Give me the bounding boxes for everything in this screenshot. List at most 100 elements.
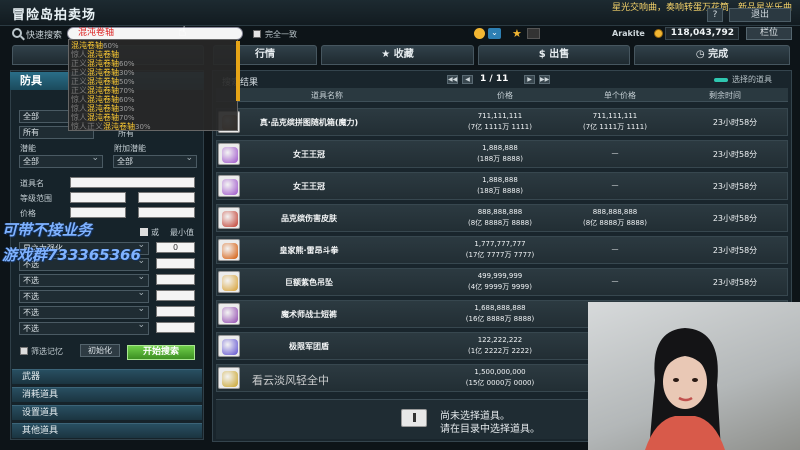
price-value: 888,888,888 [477, 208, 523, 216]
ring-icon [218, 239, 240, 261]
or-checkbox[interactable] [140, 228, 148, 236]
coin-filter-icon[interactable] [474, 28, 485, 39]
storage-button[interactable]: 栏位 [746, 27, 792, 40]
stat-select-6[interactable]: 不选 [19, 320, 149, 335]
start-search-button[interactable]: 开始搜索 [127, 345, 195, 360]
item-name: 女王王冠 [293, 182, 325, 191]
selected-items-toggle[interactable] [714, 78, 728, 82]
clock-icon: ◷ [695, 49, 709, 60]
item-name: 皇家熊·雷昂斗拳 [279, 246, 339, 255]
unit-price-cn: (7亿 1111万 1111) [583, 123, 647, 131]
price-min-input[interactable] [70, 207, 126, 218]
unit-price-value: 888,888,888 [592, 208, 638, 216]
help-button[interactable]: ? [707, 8, 723, 22]
price-label: 价格 [20, 209, 36, 218]
col-price[interactable]: 价格 [497, 90, 513, 101]
stream-watermark: 看云淡风轻全中 [252, 374, 329, 387]
potential-select[interactable]: 全部 [19, 153, 103, 168]
pants-icon [218, 303, 240, 325]
stat-min-input-5[interactable] [156, 306, 195, 317]
item-name-label: 道具名 [20, 179, 44, 188]
item-name-input[interactable] [70, 177, 195, 188]
price-value: 1,688,888,888 [474, 304, 526, 312]
price-cn: (188万 8888) [477, 187, 523, 195]
autocomplete-item[interactable]: 惊人正义混沌卷轴30% [71, 121, 151, 132]
item-name: 真·品克缤拼图随机箱(魔力) [259, 118, 359, 127]
price-value: 499,999,999 [477, 272, 523, 280]
price-value: 1,777,777,777 [474, 240, 526, 248]
category-etc[interactable]: 其他道具 [12, 423, 202, 438]
suggestion-match: 混沌卷轴 [103, 122, 135, 131]
star-icon[interactable]: ★ [512, 27, 522, 40]
tab-complete[interactable]: ◷ 完成 [634, 45, 790, 65]
tab-favorites[interactable]: ★ 收藏 [321, 45, 474, 65]
category-consumable[interactable]: 消耗道具 [12, 387, 202, 402]
price-max-input[interactable] [138, 207, 195, 218]
unit-price-cn: (8亿 8888万 8888) [583, 219, 647, 227]
stat-select-3[interactable]: 不选 [19, 272, 149, 287]
selected-items-label: 选择的道具 [732, 75, 772, 84]
pendant-icon [218, 271, 240, 293]
price-cn: (17亿 7777万 7777) [465, 251, 535, 259]
crown-icon [218, 143, 240, 165]
price-value: 1,888,888 [482, 176, 518, 184]
col-unit-price[interactable]: 单个价格 [604, 90, 636, 101]
price-value: 711,111,111 [477, 112, 523, 120]
box-icon [401, 409, 427, 427]
color-swatch-icon[interactable] [527, 28, 540, 39]
remember-filter-checkbox[interactable] [20, 347, 28, 355]
item-name: 极限军团盾 [289, 342, 329, 351]
dropdown-scrollbar[interactable] [236, 41, 240, 101]
first-page-button[interactable]: ◀◀ [447, 75, 458, 84]
exit-button[interactable]: 退出 [729, 8, 791, 22]
search-icon [12, 28, 22, 38]
price-cn: (8亿 8888万 8888) [468, 219, 532, 227]
price-cn: (1亿 2222万 2222) [468, 347, 532, 355]
col-item-name[interactable]: 道具名称 [311, 90, 343, 101]
or-label: 或 [151, 228, 159, 237]
unit-price-value: 711,111,111 [592, 112, 638, 120]
category-setup[interactable]: 设置道具 [12, 405, 202, 420]
potential-label: 潜能 [20, 144, 36, 153]
price-cn: (15亿 0000万 0000) [465, 379, 535, 387]
last-page-button[interactable]: ▶▶ [539, 75, 550, 84]
dollar-icon: $ [538, 49, 550, 60]
category-weapon[interactable]: 武器 [12, 369, 202, 384]
app-title: 冒险岛拍卖场 [12, 8, 97, 23]
col-time-left[interactable]: 剩余时间 [709, 90, 741, 101]
time-left: 23小时58分 [712, 246, 758, 255]
stat-min-input[interactable]: 0 [156, 242, 195, 253]
stat-min-input-6[interactable] [156, 322, 195, 333]
page-indicator: 1 / 11 [480, 74, 509, 84]
slot-icon [218, 207, 240, 229]
add-potential-select[interactable]: 全部 [113, 153, 197, 168]
time-left: 23小时58分 [712, 150, 758, 159]
price-cn: (7亿 1111万 1111) [468, 123, 532, 131]
account-name: Arakite [612, 29, 645, 38]
next-page-button[interactable]: ▶ [524, 75, 535, 84]
stat-min-input-2[interactable] [156, 258, 195, 269]
unit-price-value: — [611, 181, 619, 189]
stream-promo-text: 可带不接业务 [2, 221, 93, 239]
meso-coin-icon [654, 29, 663, 38]
stat-min-input-4[interactable] [156, 290, 195, 301]
stat-select-5[interactable]: 不选 [19, 304, 149, 319]
price-cn: (16亿 8888万 8888) [465, 315, 535, 323]
stat-select-4[interactable]: 不选 [19, 288, 149, 303]
stat-min-input-3[interactable] [156, 274, 195, 285]
chevron-down-icon[interactable]: ⌄ [488, 28, 501, 39]
reset-button[interactable]: 初始化 [80, 344, 120, 357]
tab-sell[interactable]: $ 出售 [478, 45, 630, 65]
prev-page-button[interactable]: ◀ [462, 75, 473, 84]
item-name: 女王王冠 [293, 150, 325, 159]
exact-match-checkbox[interactable] [253, 30, 261, 38]
price-value: 122,222,222 [477, 336, 523, 344]
time-left: 23小时58分 [712, 278, 758, 287]
min-value-label: 最小值 [170, 228, 194, 237]
price-cn: (4亿 9999万 9999) [468, 283, 532, 291]
level-max-input[interactable] [138, 192, 195, 203]
unit-price-value: — [611, 149, 619, 157]
unit-price-value: — [611, 245, 619, 253]
crown-icon [218, 175, 240, 197]
level-min-input[interactable] [70, 192, 126, 203]
